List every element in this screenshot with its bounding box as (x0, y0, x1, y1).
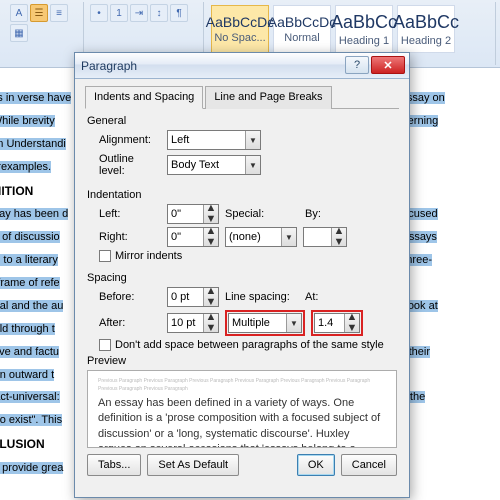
chevron-down-icon: ▼ (245, 156, 260, 174)
showpara-icon[interactable]: ¶ (170, 4, 188, 22)
preview-pane: Previous Paragraph Previous Paragraph Pr… (87, 370, 397, 448)
paragraph-dialog: Paragraph ? ✕ Indents and Spacing Line a… (74, 52, 410, 498)
left-label: Left: (99, 208, 161, 220)
style-nospacing[interactable]: AaBbCcDcNo Spac... (211, 5, 269, 53)
border-icon[interactable]: ▦ (10, 24, 28, 42)
special-label: Special: (225, 208, 299, 220)
sort-icon[interactable]: ↕ (150, 4, 168, 22)
section-indent: Indentation (87, 189, 399, 201)
section-general: General (87, 115, 399, 127)
numbering-icon[interactable]: 1 (110, 4, 128, 22)
after-label: After: (99, 317, 161, 329)
right-label: Right: (99, 231, 161, 243)
section-preview: Preview (87, 355, 399, 367)
chevron-down-icon: ▼ (286, 314, 301, 332)
chevron-down-icon: ▼ (281, 228, 296, 246)
alignment-label: Alignment: (99, 134, 161, 146)
at-label: At: (305, 291, 333, 303)
bullets-icon[interactable]: • (90, 4, 108, 22)
right-spin[interactable]: 0"▲▼ (167, 227, 219, 247)
outline-combo[interactable]: Body Text▼ (167, 155, 261, 175)
left-spin[interactable]: 0"▲▼ (167, 204, 219, 224)
before-spin[interactable]: 0 pt▲▼ (167, 287, 219, 307)
mirror-checkbox[interactable]: Mirror indents (99, 250, 399, 262)
tab-indents-spacing[interactable]: Indents and Spacing (85, 86, 203, 109)
dialog-tabs: Indents and Spacing Line and Page Breaks (85, 85, 399, 109)
tab-line-breaks[interactable]: Line and Page Breaks (205, 86, 331, 109)
style-heading2[interactable]: AaBbCcHeading 2 (397, 5, 455, 53)
indent-icon[interactable]: ⇥ (130, 4, 148, 22)
noadd-checkbox[interactable]: Don't add space between paragraphs of th… (99, 339, 399, 351)
close-button[interactable]: ✕ (371, 56, 405, 74)
tabs-button[interactable]: Tabs... (87, 454, 141, 476)
section-spacing: Spacing (87, 272, 399, 284)
alignment-combo[interactable]: Left▼ (167, 130, 261, 150)
cancel-button[interactable]: Cancel (341, 454, 397, 476)
at-spin[interactable]: 1.4▲▼ (314, 313, 360, 333)
dialog-titlebar[interactable]: Paragraph ? ✕ (75, 53, 409, 79)
help-button[interactable]: ? (345, 56, 369, 74)
linespacing-label: Line spacing: (225, 291, 299, 303)
linespacing-combo[interactable]: Multiple▼ (228, 313, 302, 333)
special-combo[interactable]: (none)▼ (225, 227, 297, 247)
font-color-icon[interactable]: A (10, 4, 28, 22)
by-label: By: (305, 208, 333, 220)
style-normal[interactable]: AaBbCcDcNormal (273, 5, 331, 53)
ok-button[interactable]: OK (297, 454, 335, 476)
after-spin[interactable]: 10 pt▲▼ (167, 313, 219, 333)
before-label: Before: (99, 291, 161, 303)
outline-label: Outline level: (99, 153, 161, 177)
style-heading1[interactable]: AaBbCcHeading 1 (335, 5, 393, 53)
default-button[interactable]: Set As Default (147, 454, 239, 476)
dialog-title: Paragraph (81, 59, 137, 73)
align-icon[interactable]: ≡ (50, 4, 68, 22)
highlight-icon[interactable]: ☰ (30, 4, 48, 22)
by-spin[interactable]: ▲▼ (303, 227, 347, 247)
chevron-down-icon: ▼ (245, 131, 260, 149)
